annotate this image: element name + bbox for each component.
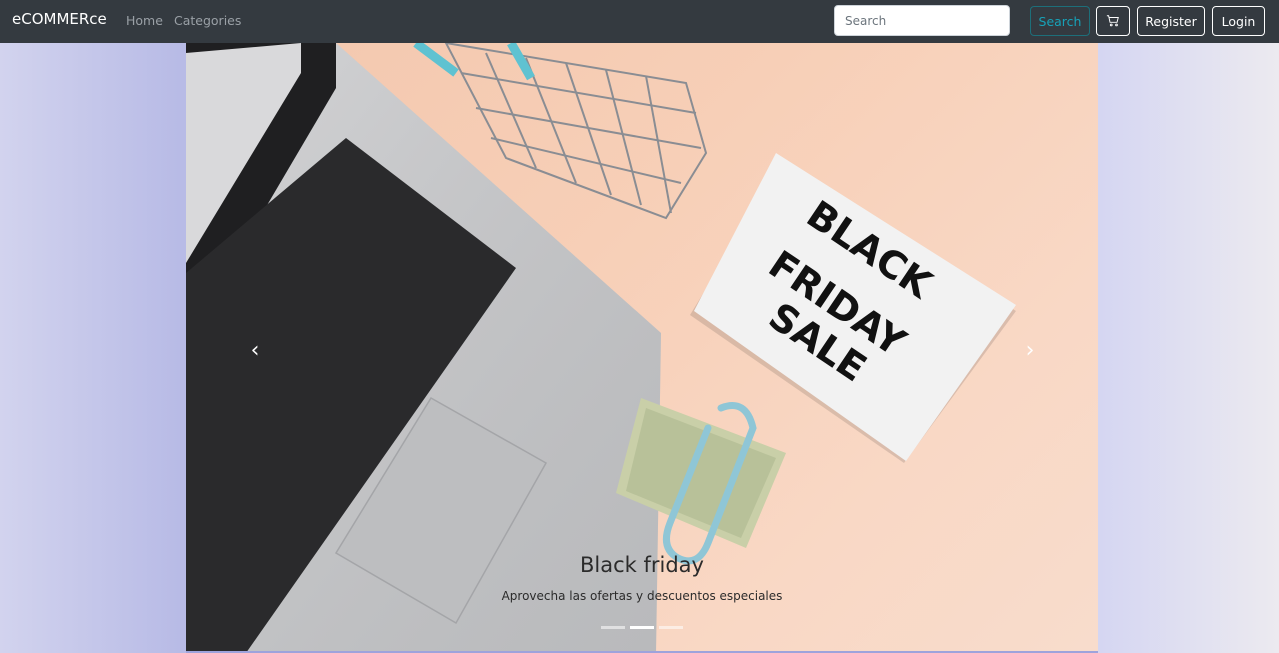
register-button[interactable]: Register [1137,6,1205,36]
carousel-indicator-3[interactable] [659,626,683,629]
slide-caption-title: Black friday [580,553,704,577]
chevron-right-icon: › [1025,337,1035,363]
top-navbar: eCOMMERce Home Categories Search Registe… [0,0,1279,43]
search-input[interactable] [834,5,1010,36]
carousel-next-control[interactable]: › [1018,337,1042,363]
chevron-left-icon: ‹ [250,337,260,363]
lightbox-sign: BLACK FRIDAY SALE [690,153,1016,463]
carousel-indicator-1[interactable] [601,626,625,629]
cart-button[interactable] [1096,6,1130,36]
search-button[interactable]: Search [1030,6,1090,36]
cart-icon [1106,15,1119,27]
hero-carousel: BLACK FRIDAY SALE ‹ › Black friday Aprov… [186,43,1098,653]
nav-link-categories[interactable]: Categories [174,13,241,28]
carousel-indicator-2[interactable] [630,626,654,629]
slide-caption-text: Aprovecha las ofertas y descuentos espec… [501,589,783,603]
brand-logo[interactable]: eCOMMERce [12,10,107,28]
carousel-prev-control[interactable]: ‹ [243,337,267,363]
login-button[interactable]: Login [1212,6,1265,36]
carousel-indicators [601,626,683,630]
nav-link-home[interactable]: Home [126,13,163,28]
